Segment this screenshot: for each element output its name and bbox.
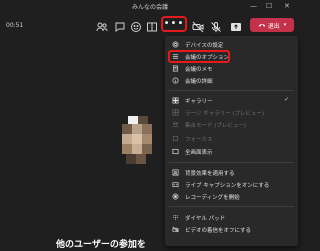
menu-item-together-mode[interactable]: 集合モード (プレビュー)	[165, 119, 298, 130]
video-off-icon	[165, 226, 185, 233]
captions-icon	[165, 181, 185, 188]
full-screen-icon	[165, 148, 185, 155]
rooms-icon[interactable]	[144, 19, 160, 35]
menu-item-meeting-details[interactable]: 会議の詳細	[165, 75, 298, 86]
checkmark-icon: ✓	[283, 96, 289, 103]
info-icon	[165, 77, 185, 84]
more-actions-button[interactable]: •••	[161, 16, 187, 32]
menu-item-background-effects[interactable]: 背景効果を適用する	[165, 167, 298, 178]
camera-off-icon[interactable]	[190, 19, 206, 35]
background-effects-icon	[165, 169, 185, 176]
dial-pad-icon	[165, 214, 185, 221]
reactions-icon[interactable]	[128, 19, 144, 35]
leave-button[interactable]: 退出 ▾	[250, 18, 294, 32]
participant-avatar	[118, 116, 164, 168]
menu-item-full-screen[interactable]: 全画面表示	[165, 146, 298, 157]
menu-separator	[169, 206, 294, 207]
menu-separator	[169, 162, 294, 163]
menu-item-dial-pad[interactable]: ダイヤル パッド	[165, 212, 298, 223]
menu-separator	[169, 90, 294, 91]
together-mode-icon	[165, 121, 185, 128]
notes-icon	[165, 65, 185, 72]
record-icon	[165, 193, 185, 200]
meeting-options-highlight	[168, 50, 230, 63]
minimize-button[interactable]: —	[250, 1, 257, 11]
menu-item-turn-off-incoming-video[interactable]: ビデオの着信をオフにする	[165, 224, 298, 235]
microphone-off-icon[interactable]	[208, 19, 224, 35]
focus-icon	[165, 135, 185, 142]
close-window-button[interactable]: ✕	[284, 1, 290, 11]
leave-label: 退出	[267, 22, 280, 30]
participants-icon[interactable]	[94, 19, 110, 35]
menu-item-gallery[interactable]: ギャラリー ✓	[165, 95, 298, 106]
share-screen-icon[interactable]	[228, 19, 244, 35]
phone-icon	[258, 24, 266, 27]
title-bar: みんなの会議 — ☐ ✕	[0, 0, 300, 14]
chat-icon[interactable]	[112, 19, 128, 35]
chevron-down-icon[interactable]: ▾	[284, 22, 287, 28]
large-gallery-icon	[165, 109, 185, 116]
more-actions-menu: デバイスの設定 会議のオプション 会議のメモ 会議の詳細 ギャラリー ✓ ラージ…	[165, 36, 298, 246]
menu-item-device-settings[interactable]: デバイスの設定	[165, 39, 298, 50]
menu-item-start-recording[interactable]: レコーディングを開始	[165, 191, 298, 202]
gear-icon	[165, 41, 185, 48]
maximize-button[interactable]: ☐	[266, 1, 272, 11]
gallery-icon	[165, 97, 185, 104]
meeting-timer: 00:51	[6, 22, 24, 29]
waiting-message: 他のユーザーの参加を	[56, 240, 146, 250]
menu-item-focus[interactable]: フォーカス	[165, 133, 298, 144]
menu-item-meeting-notes[interactable]: 会議のメモ	[165, 63, 298, 74]
menu-item-live-captions[interactable]: ライブ キャプションをオンにする	[165, 179, 298, 190]
menu-item-large-gallery[interactable]: ラージ ギャラリー (プレビュー)	[165, 107, 298, 118]
